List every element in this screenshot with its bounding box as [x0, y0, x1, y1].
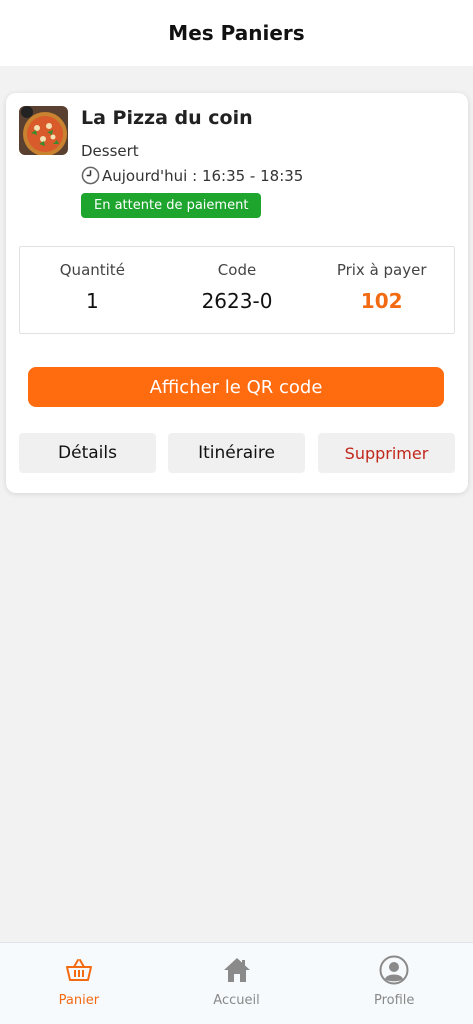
tab-accueil[interactable]: Accueil	[158, 943, 316, 1024]
code-value: 2623-0	[201, 289, 273, 313]
pickup-time-text: Aujourd'hui : 16:35 - 18:35	[102, 166, 304, 185]
store-thumbnail	[19, 106, 68, 155]
tab-profile[interactable]: Profile	[315, 943, 473, 1024]
app-header: Mes Paniers	[0, 0, 473, 66]
price-label: Prix à payer	[336, 261, 427, 279]
code-column: Code 2623-0	[165, 247, 310, 333]
quantity-value: 1	[85, 289, 99, 313]
store-name: La Pizza du coin	[81, 107, 253, 129]
code-label: Code	[217, 261, 257, 279]
itinerary-button[interactable]: Itinéraire	[168, 433, 305, 473]
basket-icon	[65, 959, 92, 981]
bottom-tab-bar: Panier Accueil Profile	[0, 942, 473, 1024]
price-column: Prix à payer 102	[309, 247, 454, 333]
tab-panier[interactable]: Panier	[0, 943, 158, 1024]
order-category: Dessert	[81, 142, 139, 160]
price-value: 102	[360, 289, 403, 313]
details-button[interactable]: Détails	[19, 433, 156, 473]
tab-label-profile: Profile	[373, 993, 415, 1008]
quantity-column: Quantité 1	[20, 247, 165, 333]
user-icon	[379, 955, 409, 985]
delete-button[interactable]: Supprimer	[318, 433, 455, 473]
status-badge: En attente de paiement	[81, 193, 262, 218]
clock-icon	[81, 166, 100, 185]
page-title: Mes Paniers	[168, 21, 305, 45]
tab-label-panier: Panier	[58, 993, 100, 1008]
pickup-time: Aujourd'hui : 16:35 - 18:35	[81, 166, 303, 185]
order-info-box: Quantité 1 Code 2623-0 Prix à payer 102	[19, 246, 455, 334]
show-qr-code-button[interactable]: Afficher le QR code	[28, 367, 444, 407]
quantity-label: Quantité	[59, 261, 125, 279]
tab-label-accueil: Accueil	[213, 993, 260, 1008]
home-icon	[223, 958, 250, 982]
order-card: La Pizza du coin Dessert Aujourd'hui : 1…	[6, 93, 468, 493]
